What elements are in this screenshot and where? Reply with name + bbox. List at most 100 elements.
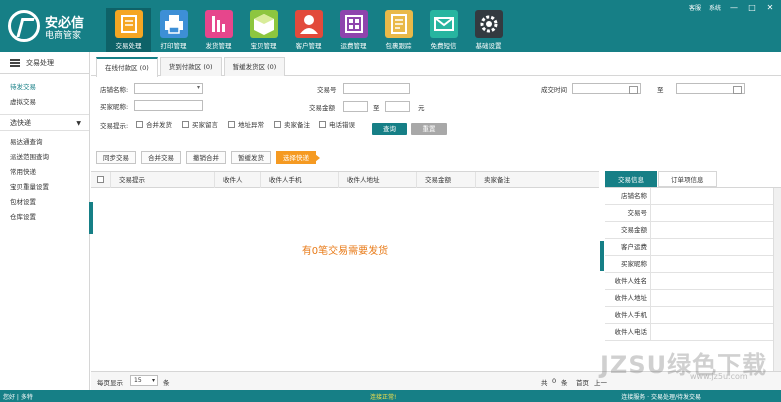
tab-cod[interactable]: 货到付款区 (0): [159, 57, 222, 76]
detail-panel-handle[interactable]: [600, 241, 604, 271]
status-connection: 连接正常!: [370, 394, 397, 401]
col-recipient-address[interactable]: 收件人地址: [339, 172, 417, 188]
caret-down-icon: ▼: [76, 120, 81, 127]
shipping-icon: [204, 10, 233, 38]
undo-merge-button[interactable]: 撤销合并: [186, 151, 226, 164]
status-user: 您好 | 多特: [3, 394, 33, 401]
reset-button[interactable]: 重置: [411, 123, 447, 135]
sidebar-item-virtual-trades[interactable]: 虚拟交易: [0, 95, 89, 110]
nav-freight[interactable]: 运费管理: [331, 8, 376, 52]
sidebar-item-common-express[interactable]: 常用快递: [0, 165, 89, 180]
detail-row: 交易金额: [605, 222, 781, 239]
buyer-input[interactable]: [134, 100, 203, 111]
detail-fields: 店铺名称 交易号 交易金额 客户运费 买家昵称 收件人姓名 收件人地址 收件人手…: [605, 187, 781, 341]
nav-trade[interactable]: 交易处理: [106, 8, 151, 52]
trade-no-label: 交易号: [317, 86, 337, 94]
col-trade-hint[interactable]: 交易提示: [111, 172, 215, 188]
per-page-label: 每页显示: [97, 379, 123, 387]
detail-panel: 交易信息 订单项信息 店铺名称 交易号 交易金额 客户运费 买家昵称 收件人姓名…: [600, 171, 781, 371]
detail-tabs: 交易信息 订单项信息: [605, 171, 781, 187]
nav-shipping[interactable]: 发货管理: [196, 8, 241, 52]
sidebar-item-warehouse-settings[interactable]: 仓库设置: [0, 210, 89, 225]
detail-scrollbar[interactable]: [773, 188, 781, 371]
sms-icon: [429, 10, 458, 38]
nav-customer[interactable]: 客户管理: [286, 8, 331, 52]
trade-no-input[interactable]: [343, 83, 410, 94]
total-suffix: 条: [561, 379, 568, 387]
nav-goods[interactable]: 宝贝管理: [241, 8, 286, 52]
sidebar-group-express[interactable]: 选快递 ▼: [0, 114, 89, 131]
sidebar-item-ydt-query[interactable]: 易达通查询: [0, 135, 89, 150]
amount-max-input[interactable]: [385, 101, 410, 112]
deal-time-end[interactable]: [676, 83, 745, 94]
nav-settings[interactable]: 基础设置: [466, 8, 511, 52]
query-button[interactable]: 查询: [372, 123, 407, 135]
per-page-unit: 条: [163, 379, 170, 387]
main-nav: 交易处理 打印管理 发货管理 宝贝管理 客户管理 运费管理 包裹跟踪 免费短信: [106, 8, 511, 52]
close-button[interactable]: ✕: [765, 3, 775, 12]
select-express-button[interactable]: 选择快递: [276, 151, 320, 164]
watermark-url: www.jz5u.com: [690, 372, 748, 381]
shop-select[interactable]: [134, 83, 203, 94]
amount-min-input[interactable]: [343, 101, 368, 112]
hint-label: 交易提示:: [100, 122, 129, 130]
first-page-link[interactable]: 首页: [576, 377, 589, 387]
top-header: 安必信 电商管家 交易处理 打印管理 发货管理 宝贝管理 客户管理 运费管理 包…: [0, 0, 781, 52]
freight-icon: [339, 10, 368, 38]
col-seller-note[interactable]: 卖家备注: [476, 172, 599, 188]
detail-row: 客户运费: [605, 239, 781, 256]
detail-row: 收件人姓名: [605, 273, 781, 290]
package-icon: [249, 10, 278, 38]
sidebar-header: 交易处理: [0, 52, 89, 74]
check-buyer-message[interactable]: 买家留言: [182, 119, 218, 129]
nav-print[interactable]: 打印管理: [151, 8, 196, 52]
check-phone-error[interactable]: 电话错误: [319, 119, 355, 129]
col-trade-amount[interactable]: 交易金额: [417, 172, 476, 188]
trade-tabs: 在线付款区 (0) 货到付款区 (0) 暂缓发货区 (0): [91, 52, 781, 77]
service-link[interactable]: 客服: [689, 3, 701, 12]
tab-order-item-info[interactable]: 订单项信息: [658, 171, 717, 187]
detail-row: 买家昵称: [605, 256, 781, 273]
detail-row: 店铺名称: [605, 188, 781, 205]
deal-time-start[interactable]: [572, 83, 641, 94]
tab-trade-info[interactable]: 交易信息: [605, 171, 657, 187]
menu-icon[interactable]: [10, 58, 20, 67]
maximize-button[interactable]: □: [747, 3, 757, 12]
tab-online-payment[interactable]: 在线付款区 (0): [96, 57, 158, 77]
nav-sms[interactable]: 免费短信: [421, 8, 466, 52]
tab-deferred[interactable]: 暂缓发货区 (0): [223, 57, 286, 76]
per-page-select[interactable]: 15: [130, 375, 158, 386]
total-prefix: 共: [541, 379, 548, 387]
col-recipient-mobile[interactable]: 收件人手机: [261, 172, 339, 188]
logo-subtitle: 电商管家: [45, 31, 82, 41]
nav-tracking[interactable]: 包裹跟踪: [376, 8, 421, 52]
check-address-error[interactable]: 地址异常: [228, 119, 264, 129]
deal-time-label: 成交时间: [541, 86, 567, 94]
select-all-checkbox[interactable]: [91, 172, 111, 188]
trade-grid: 交易提示 收件人 收件人手机 收件人地址 交易金额 卖家备注 有0笔交易需要发货: [91, 171, 599, 371]
minimize-button[interactable]: —: [729, 3, 739, 12]
check-merge-ship[interactable]: 合并发货: [136, 119, 172, 129]
status-bar: 您好 | 多特 连接正常! 连接服务 · 交易处理/待发交易: [0, 390, 781, 402]
sidebar-item-range-query[interactable]: 派送范围查询: [0, 150, 89, 165]
defer-ship-button[interactable]: 暂缓发货: [231, 151, 271, 164]
detail-row: 收件人地址: [605, 290, 781, 307]
printer-icon: [159, 10, 188, 38]
detail-row: 收件人电话: [605, 324, 781, 341]
col-recipient[interactable]: 收件人: [215, 172, 261, 188]
total-count: 0: [552, 377, 557, 385]
sync-trades-button[interactable]: 同步交易: [96, 151, 136, 164]
trade-icon: [114, 10, 143, 38]
merge-trades-button[interactable]: 合并交易: [141, 151, 181, 164]
system-link[interactable]: 系统: [709, 3, 721, 12]
amount-to-label: 至: [373, 104, 380, 112]
action-toolbar: 同步交易 合并交易 撤销合并 暂缓发货 选择快递: [96, 151, 320, 164]
check-seller-note[interactable]: 卖家备注: [274, 119, 310, 129]
sidebar-item-material-settings[interactable]: 包材设置: [0, 195, 89, 210]
buyer-label: 买家昵称:: [100, 103, 129, 111]
sidebar-item-weight-settings[interactable]: 宝贝重量设置: [0, 180, 89, 195]
top-right-controls: 客服 系统 — □ ✕: [689, 3, 775, 12]
detail-row: 收件人手机: [605, 307, 781, 324]
grid-header: 交易提示 收件人 收件人手机 收件人地址 交易金额 卖家备注: [91, 172, 599, 188]
sidebar-item-pending-trades[interactable]: 待发交易: [0, 80, 89, 95]
